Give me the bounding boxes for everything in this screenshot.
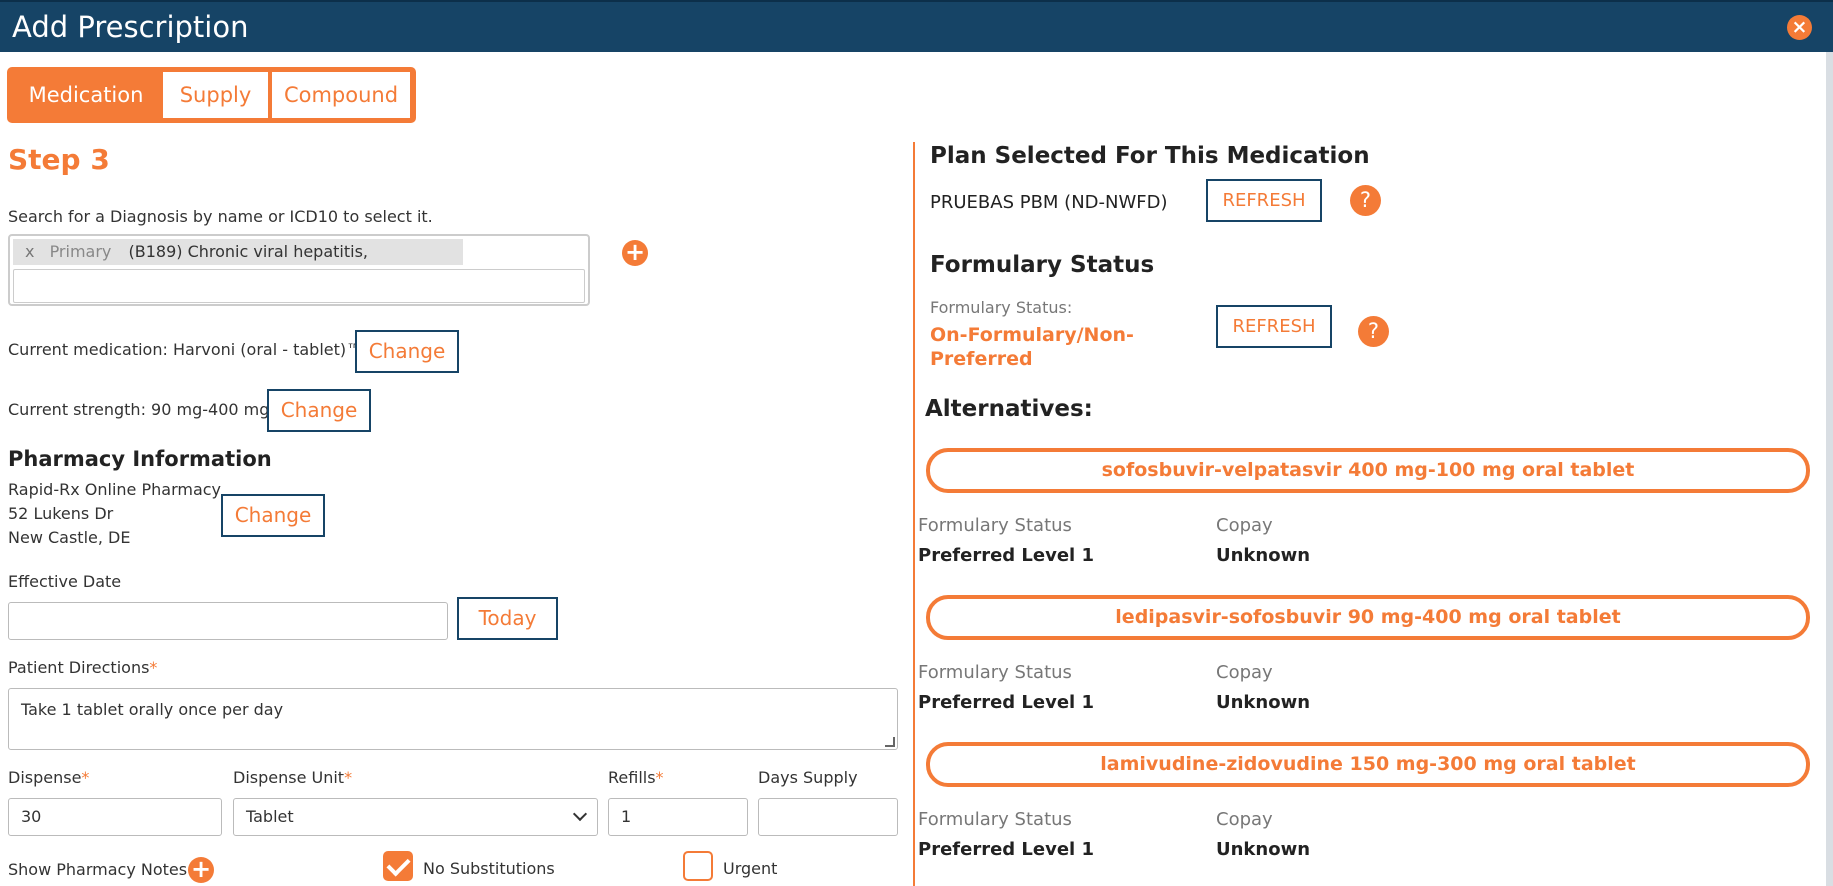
days-supply-input[interactable] — [758, 798, 898, 836]
dispense-unit-select[interactable]: Tablet — [233, 798, 598, 836]
alternative-2-button[interactable]: ledipasvir-sofosbuvir 90 mg-400 mg oral … — [926, 595, 1810, 640]
change-strength-button[interactable]: Change — [267, 389, 371, 432]
alternative-2-copay: Unknown — [1216, 692, 1311, 713]
title-bar: Add Prescription × — [0, 0, 1833, 52]
diagnosis-chip: x Primary (B189) Chronic viral hepatitis… — [13, 239, 463, 287]
formulary-heading: Formulary Status — [930, 252, 1155, 278]
required-marker: * — [344, 768, 353, 787]
dispense-input[interactable]: 30 — [8, 798, 222, 836]
pharmacy-address-line1: 52 Lukens Dr — [8, 504, 114, 523]
urgent-checkbox[interactable] — [683, 851, 713, 881]
resize-handle[interactable] — [885, 737, 895, 747]
close-icon[interactable]: × — [1787, 15, 1812, 40]
patient-directions-label-text: Patient Directions — [8, 658, 150, 677]
column-divider — [913, 142, 915, 886]
dispense-unit-value: Tablet — [246, 807, 294, 826]
pharmacy-heading: Pharmacy Information — [8, 447, 272, 471]
required-marker: * — [655, 768, 664, 787]
days-supply-label: Days Supply — [758, 768, 858, 787]
dispense-unit-label: Dispense Unit* — [233, 768, 352, 787]
diagnosis-search-input[interactable] — [13, 269, 585, 303]
urgent-label: Urgent — [723, 859, 778, 878]
plan-heading: Plan Selected For This Medication — [930, 143, 1370, 169]
diagnosis-hint: Search for a Diagnosis by name or ICD10 … — [8, 207, 433, 226]
step-title: Step 3 — [8, 143, 110, 176]
add-diagnosis-icon[interactable]: + — [622, 240, 648, 266]
alternative-3-status: Preferred Level 1 — [918, 839, 1095, 860]
alternative-1-status-label: Formulary Status — [918, 515, 1072, 536]
pharmacy-address-line2: New Castle, DE — [8, 528, 131, 547]
alternative-2-copay-label: Copay — [1216, 662, 1273, 683]
alternative-2-status-label: Formulary Status — [918, 662, 1072, 683]
alternative-3-copay: Unknown — [1216, 839, 1311, 860]
alternative-1-copay: Unknown — [1216, 545, 1311, 566]
required-marker: * — [149, 658, 158, 677]
formulary-status-value-line1: On-Formulary/Non- — [930, 324, 1134, 346]
refresh-plan-button[interactable]: REFRESH — [1206, 179, 1322, 222]
patient-directions-value: Take 1 tablet orally once per day — [21, 700, 284, 719]
current-strength: Current strength: 90 mg-400 mg — [8, 400, 270, 419]
effective-date-label: Effective Date — [8, 572, 122, 591]
required-marker: * — [81, 768, 90, 787]
tab-supply[interactable]: Supply — [163, 72, 268, 118]
plan-help-icon[interactable]: ? — [1350, 185, 1381, 216]
show-pharmacy-notes-label[interactable]: Show Pharmacy Notes — [8, 860, 187, 879]
refills-input[interactable]: 1 — [608, 798, 748, 836]
diagnosis-type: Primary — [49, 242, 112, 261]
chevron-down-icon — [572, 806, 588, 822]
alternatives-heading: Alternatives: — [925, 396, 1093, 422]
formulary-status-label: Formulary Status: — [930, 298, 1073, 317]
alternative-3-button[interactable]: lamivudine-zidovudine 150 mg-300 mg oral… — [926, 742, 1810, 787]
formulary-status-value-line2: Preferred — [930, 348, 1033, 370]
alternative-3-copay-label: Copay — [1216, 809, 1273, 830]
formulary-help-icon[interactable]: ? — [1358, 316, 1389, 347]
alternative-1-copay-label: Copay — [1216, 515, 1273, 536]
current-medication: Current medication: Harvoni (oral - tabl… — [8, 340, 363, 359]
prescription-type-tabs: Medication Supply Compound — [7, 67, 416, 123]
scrollbar-track[interactable] — [1826, 52, 1833, 886]
dispense-label-text: Dispense — [8, 768, 82, 787]
alternative-2-status: Preferred Level 1 — [918, 692, 1095, 713]
alternative-3-status-label: Formulary Status — [918, 809, 1072, 830]
change-pharmacy-button[interactable]: Change — [221, 494, 325, 537]
pharmacy-name: Rapid-Rx Online Pharmacy — [8, 480, 222, 499]
today-button[interactable]: Today — [457, 597, 558, 640]
effective-date-input[interactable] — [8, 602, 448, 640]
no-substitutions-label: No Substitutions — [423, 859, 555, 878]
plan-name: PRUEBAS PBM (ND-NWFD) — [930, 192, 1168, 213]
alternative-1-status: Preferred Level 1 — [918, 545, 1095, 566]
alternative-1-button[interactable]: sofosbuvir-velpatasvir 400 mg-100 mg ora… — [926, 448, 1810, 493]
change-medication-button[interactable]: Change — [355, 330, 459, 373]
refills-label: Refills* — [608, 768, 664, 787]
refills-label-text: Refills — [608, 768, 656, 787]
diagnosis-picker: x Primary (B189) Chronic viral hepatitis… — [8, 234, 590, 306]
tab-medication[interactable]: Medication — [11, 72, 161, 118]
patient-directions-label: Patient Directions* — [8, 658, 157, 677]
no-substitutions-checkbox[interactable] — [383, 851, 413, 881]
remove-diagnosis-icon[interactable]: x — [25, 242, 34, 261]
dispense-unit-label-text: Dispense Unit — [233, 768, 345, 787]
patient-directions-input[interactable]: Take 1 tablet orally once per day — [8, 688, 898, 750]
tab-compound[interactable]: Compound — [272, 72, 410, 118]
refresh-formulary-button[interactable]: REFRESH — [1216, 305, 1332, 348]
add-pharmacy-notes-icon[interactable]: + — [188, 857, 214, 883]
dispense-label: Dispense* — [8, 768, 89, 787]
window-title: Add Prescription — [12, 10, 249, 44]
